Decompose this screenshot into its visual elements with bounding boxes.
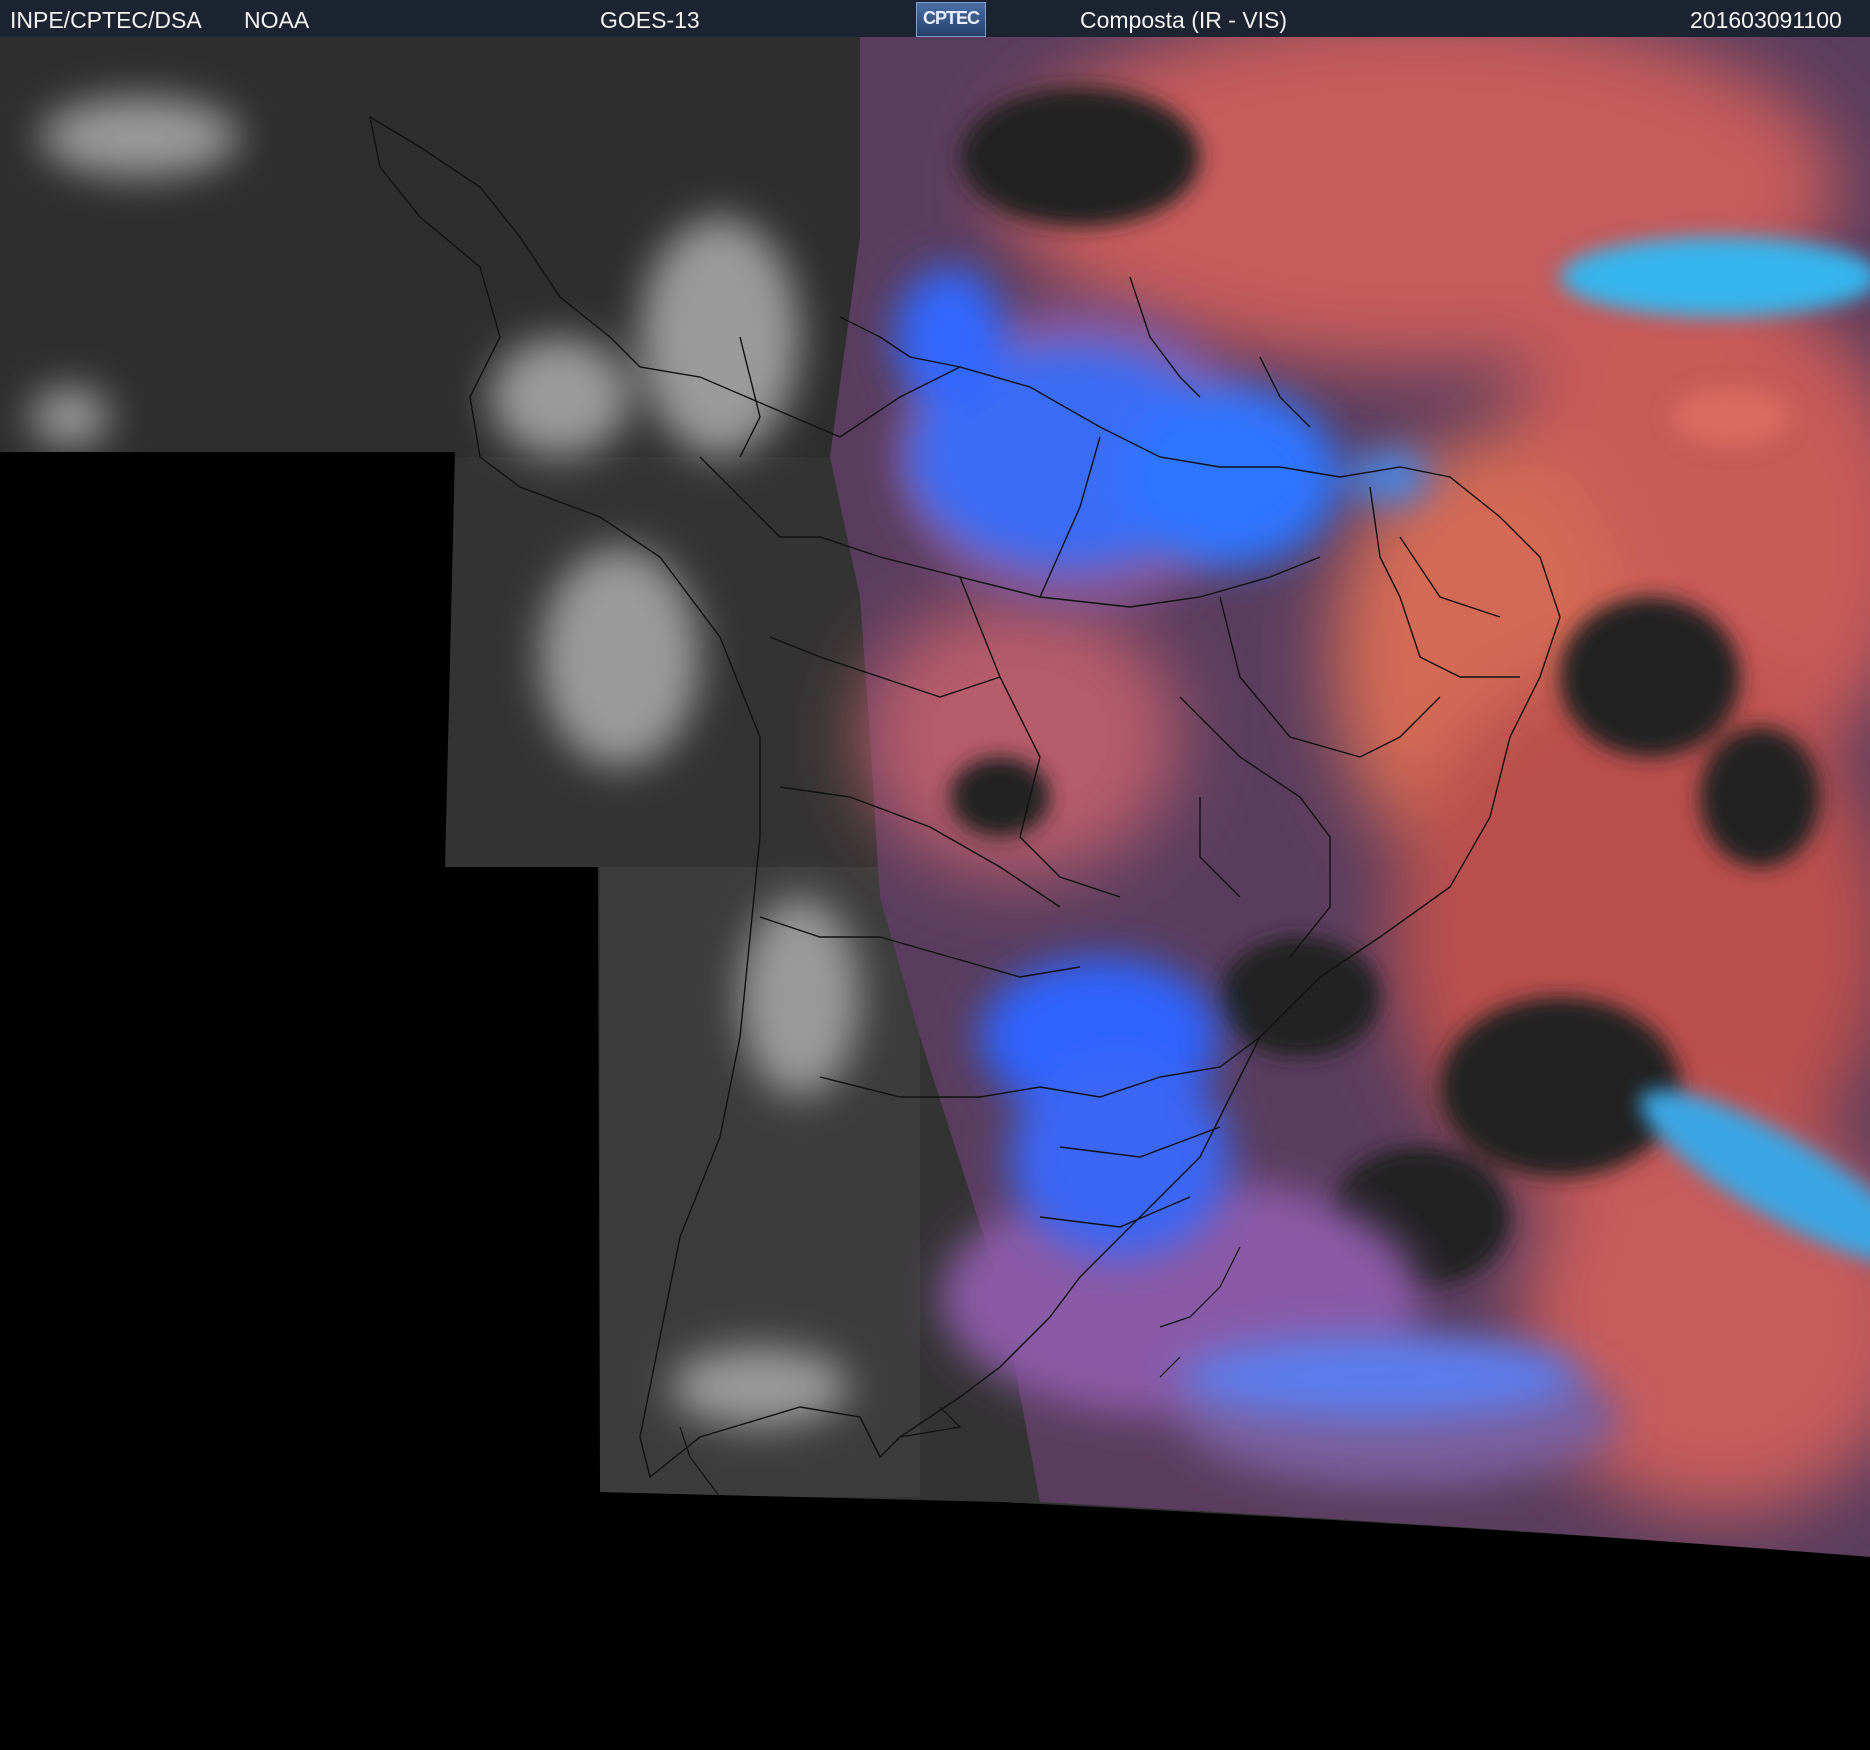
header-bar: INPE/CPTEC/DSA NOAA GOES-13 CPTEC Compos… — [0, 0, 1870, 37]
timestamp-label: 201603091100 — [1690, 7, 1842, 33]
cptec-logo: CPTEC — [916, 2, 986, 37]
satellite-map — [0, 37, 1870, 1750]
satellite-label: GOES-13 — [600, 7, 700, 33]
product-label: Composta (IR - VIS) — [1080, 7, 1288, 33]
source-label: NOAA — [244, 7, 310, 33]
agency-label: INPE/CPTEC/DSA — [10, 7, 202, 33]
